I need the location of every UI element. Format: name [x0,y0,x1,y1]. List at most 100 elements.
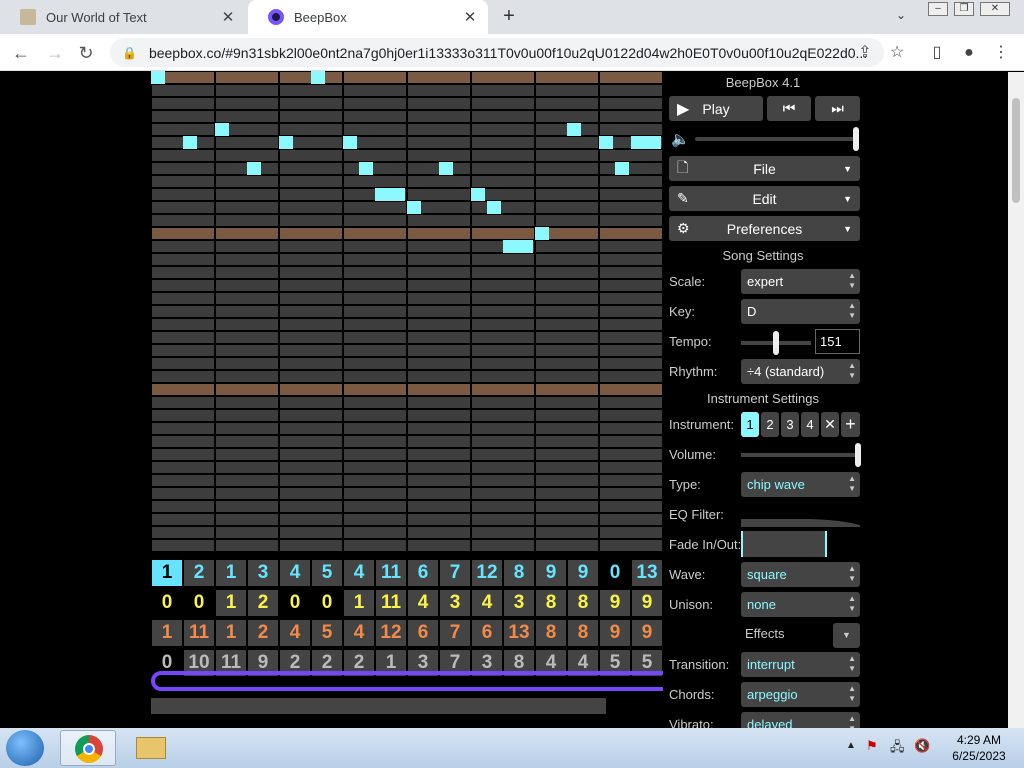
pattern-cell[interactable] [536,254,598,265]
pattern-cell[interactable] [280,371,342,382]
chords-select[interactable]: arpeggio ▲ ▼ [741,682,860,707]
pattern-cell[interactable] [152,124,214,135]
pattern-cell[interactable] [152,501,214,512]
slider-thumb[interactable] [853,127,859,151]
pattern-cell[interactable] [472,267,534,278]
instrument-2-button[interactable]: 2 [761,412,779,437]
pattern-cell[interactable] [408,215,470,226]
note-block[interactable] [631,136,661,149]
pattern-cell[interactable] [600,514,662,525]
pattern-cell[interactable] [344,293,406,304]
pattern-cell[interactable] [152,319,214,330]
pattern-cell[interactable] [280,254,342,265]
pattern-cell[interactable] [536,475,598,486]
note-block[interactable] [439,162,453,175]
pattern-cell[interactable] [408,111,470,122]
pattern-cell[interactable] [216,527,278,538]
pattern-cell[interactable] [600,163,662,174]
track-pattern-cell[interactable]: 4 [344,560,374,586]
pattern-cell[interactable] [536,85,598,96]
pattern-cell[interactable] [472,384,534,395]
pattern-cell[interactable] [280,202,342,213]
pattern-cell[interactable] [408,410,470,421]
pattern-cell[interactable] [280,345,342,356]
pattern-cell[interactable] [408,423,470,434]
pattern-cell[interactable] [600,215,662,226]
pattern-cell[interactable] [280,540,342,551]
pattern-cell[interactable] [472,306,534,317]
pattern-cell[interactable] [152,358,214,369]
track-pattern-cell[interactable]: 8 [536,620,566,646]
reload-icon[interactable]: ↻ [75,42,97,64]
pattern-cell[interactable] [536,137,598,148]
pattern-cell[interactable] [536,176,598,187]
pattern-cell[interactable] [216,449,278,460]
track-pattern-cell[interactable]: 11 [376,560,406,586]
pattern-cell[interactable] [408,345,470,356]
pattern-cell[interactable] [600,293,662,304]
pattern-cell[interactable] [280,111,342,122]
pattern-cell[interactable] [216,358,278,369]
pattern-cell[interactable] [536,540,598,551]
pattern-cell[interactable] [408,332,470,343]
pattern-cell[interactable] [216,397,278,408]
pattern-cell[interactable] [344,384,406,395]
pattern-cell[interactable] [280,384,342,395]
pattern-cell[interactable] [216,384,278,395]
pattern-cell[interactable] [472,163,534,174]
pattern-cell[interactable] [344,410,406,421]
pattern-cell[interactable] [280,176,342,187]
new-tab-button[interactable]: + [498,5,520,27]
pattern-cell[interactable] [600,345,662,356]
track-pattern-cell[interactable]: 8 [568,590,598,616]
pattern-cell[interactable] [472,111,534,122]
pattern-cell[interactable] [536,293,598,304]
track-pattern-cell[interactable]: 5 [312,560,342,586]
pattern-cell[interactable] [280,163,342,174]
pattern-cell[interactable] [280,150,342,161]
pattern-cell[interactable] [472,228,534,239]
add-instrument-icon[interactable]: + [841,412,860,437]
pattern-cell[interactable] [536,501,598,512]
pattern-cell[interactable] [280,98,342,109]
pattern-cell[interactable] [152,254,214,265]
pattern-cell[interactable] [344,319,406,330]
pattern-cell[interactable] [600,436,662,447]
pattern-cell[interactable] [472,319,534,330]
restore-button[interactable]: ❐ [954,2,974,16]
pattern-cell[interactable] [344,462,406,473]
pattern-cell[interactable] [152,462,214,473]
tempo-input[interactable]: 151 [815,329,860,354]
pattern-cell[interactable] [600,176,662,187]
track-pattern-cell[interactable]: 11 [184,620,214,646]
close-tab-icon[interactable]: ✕ [460,8,480,26]
tempo-slider[interactable] [741,331,811,355]
pattern-cell[interactable] [280,462,342,473]
pattern-cell[interactable] [280,501,342,512]
note-block[interactable] [599,136,613,149]
pattern-cell[interactable] [472,215,534,226]
pattern-cell[interactable] [408,397,470,408]
pattern-cell[interactable] [408,98,470,109]
pattern-cell[interactable] [152,85,214,96]
note-block[interactable] [183,136,197,149]
pattern-cell[interactable] [472,98,534,109]
master-volume-slider[interactable] [695,127,859,151]
pattern-cell[interactable] [408,514,470,525]
pattern-cell[interactable] [280,189,342,200]
pattern-cell[interactable] [600,85,662,96]
close-window-button[interactable]: ✕ [980,2,1010,16]
pattern-cell[interactable] [536,514,598,525]
pattern-cell[interactable] [408,241,470,252]
note-block[interactable] [535,227,549,240]
pattern-cell[interactable] [472,137,534,148]
pattern-cell[interactable] [408,306,470,317]
pattern-cell[interactable] [216,215,278,226]
pattern-cell[interactable] [216,540,278,551]
pattern-cell[interactable] [216,254,278,265]
note-block[interactable] [503,240,533,253]
pattern-cell[interactable] [472,501,534,512]
pattern-cell[interactable] [408,267,470,278]
pattern-cell[interactable] [152,423,214,434]
minimize-button[interactable]: – [928,2,948,16]
